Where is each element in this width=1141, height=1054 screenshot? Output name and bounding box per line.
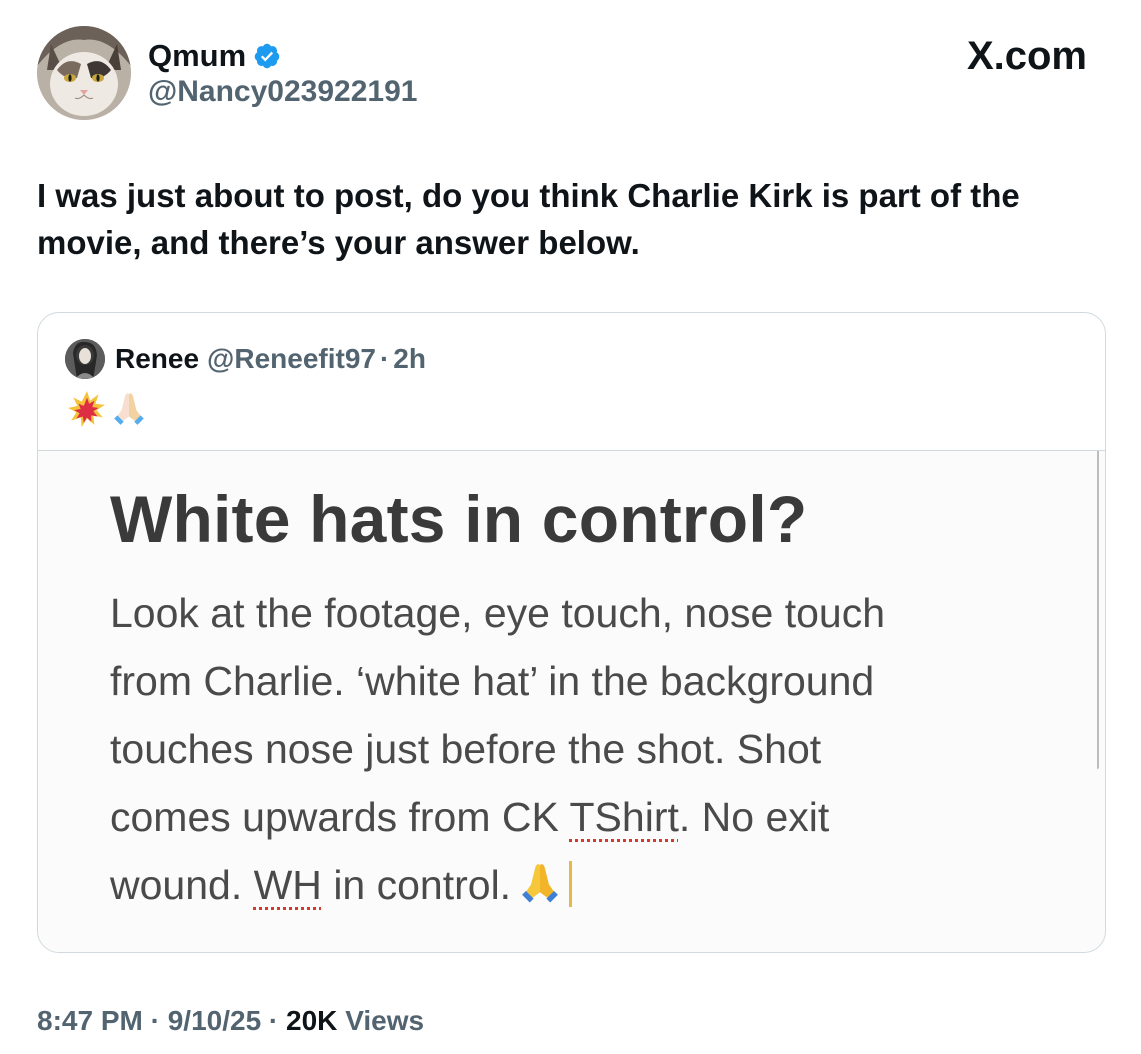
image-text-line: touches nose just before the shot. Shot — [110, 726, 822, 772]
text-cursor — [569, 861, 573, 907]
image-body-text: Look at the footage, eye touch, nose tou… — [110, 579, 1040, 919]
views-label: Views — [345, 1005, 425, 1036]
quoted-tweet-emojis — [68, 389, 148, 427]
quoted-author-avatar[interactable] — [65, 339, 105, 379]
meta-separator: · — [268, 1005, 279, 1036]
quoted-tweet-card[interactable]: Renee @Reneefit97 · 2h White hats in con… — [37, 312, 1106, 953]
quoted-author-name[interactable]: Renee — [115, 343, 199, 375]
misspelled-word: TShirt — [569, 794, 679, 840]
tweet-date[interactable]: 9/10/25 — [168, 1005, 261, 1036]
folded-hands-emoji-icon — [522, 864, 558, 903]
image-text-line: Look at the footage, eye touch, nose tou… — [110, 590, 886, 636]
x-brand-logo: X.com — [966, 34, 1087, 78]
quoted-tweet-image[interactable]: White hats in control? Look at the foota… — [38, 450, 1105, 952]
tweet-time[interactable]: 8:47 PM — [37, 1005, 143, 1036]
tweet-text: I was just about to post, do you think C… — [37, 177, 1020, 261]
author-name-text: Qmum — [148, 38, 247, 73]
quoted-author-handle[interactable]: @Reneefit97 — [207, 343, 376, 375]
verified-badge-icon — [253, 42, 281, 70]
image-text-line: comes upwards from CK TShirt. No exit — [110, 794, 830, 840]
folded-hands-emoji-icon — [114, 393, 144, 425]
views-count[interactable]: 20K — [286, 1005, 337, 1036]
image-edge-line — [1097, 451, 1099, 769]
quoted-tweet-time[interactable]: 2h — [393, 343, 426, 375]
author-avatar[interactable] — [37, 26, 131, 120]
meta-separator: · — [150, 1005, 160, 1036]
image-text-line: wound. WH in control. — [110, 851, 1040, 919]
cat-avatar-image — [37, 26, 131, 120]
misspelled-word: WH — [253, 862, 322, 908]
author-handle[interactable]: @Nancy023922191 — [148, 73, 417, 111]
author-display-name[interactable]: Qmum — [148, 36, 281, 76]
quoted-tweet-header: Renee @Reneefit97 · 2h — [65, 339, 426, 379]
meta-separator: · — [379, 343, 390, 374]
image-title-text: White hats in control? — [110, 482, 808, 556]
tweet-footer-meta: 8:47 PM · 9/10/25 · 20K Views — [37, 1002, 424, 1040]
collision-emoji-icon — [68, 391, 105, 427]
image-text-line: from Charlie. ‘white hat’ in the backgro… — [110, 658, 875, 704]
